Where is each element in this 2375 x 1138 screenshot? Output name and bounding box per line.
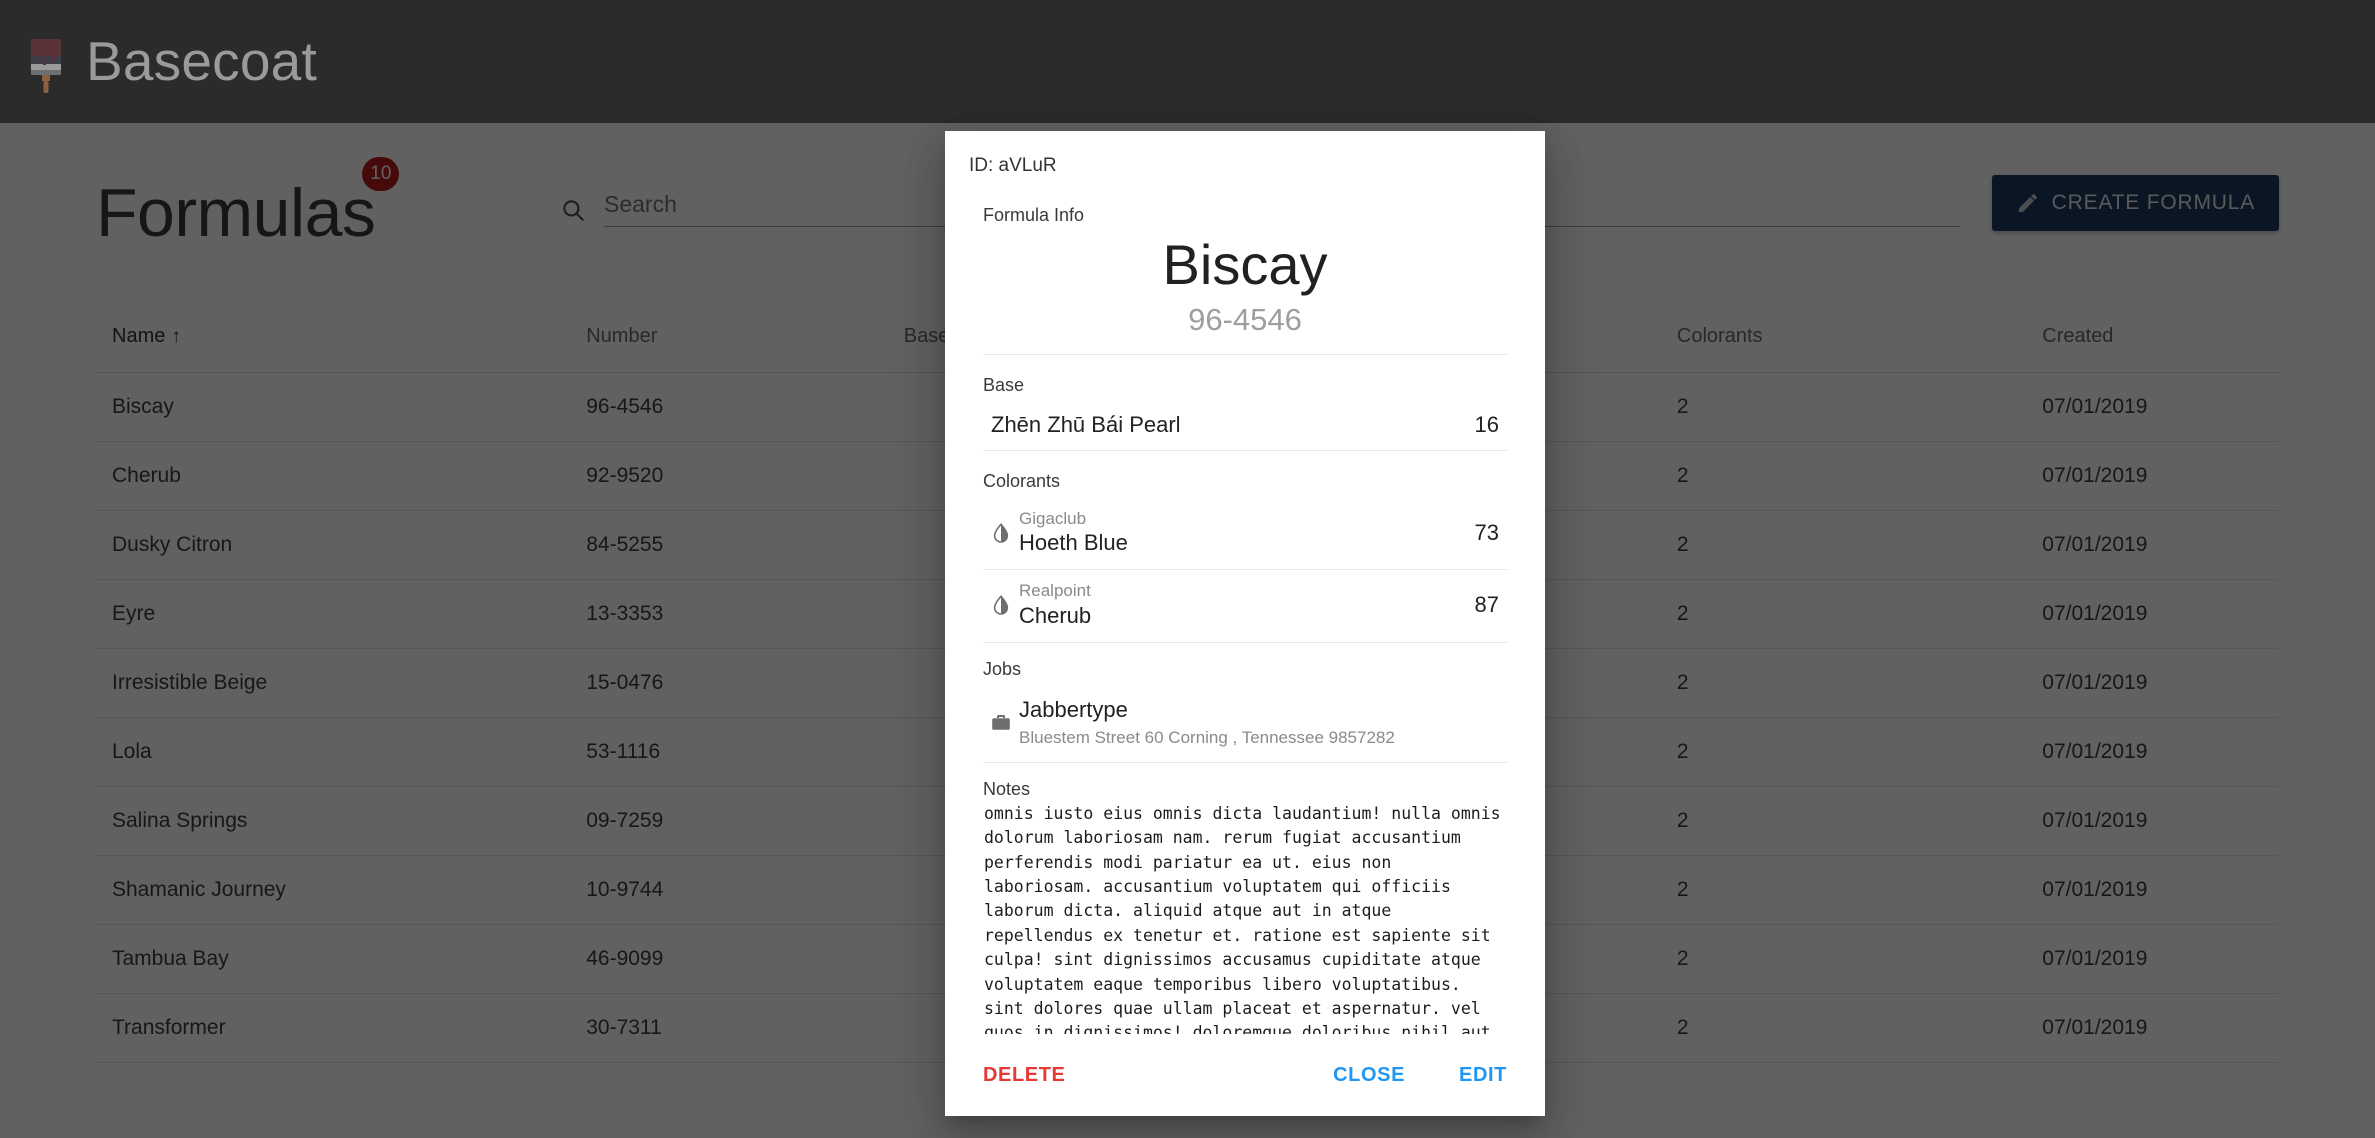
colorant-brand: Gigaclub xyxy=(1019,508,1087,528)
notes-label: Notes xyxy=(983,778,1031,799)
droplet-half-icon xyxy=(983,520,1019,546)
colorant-row[interactable]: Gigaclub Hoeth Blue 73 xyxy=(983,498,1507,571)
job-row[interactable]: Jabbertype Bluestem Street 60 Corning , T… xyxy=(983,686,1507,763)
colorant-name: Hoeth Blue xyxy=(1019,529,1128,555)
base-section-label: Base xyxy=(983,374,1025,395)
colorant-row[interactable]: Realpoint Cherub 87 xyxy=(983,570,1507,644)
colorant-info: Gigaclub Hoeth Blue xyxy=(1019,508,1475,558)
colorant-amount: 73 xyxy=(1474,519,1499,545)
dialog-footer: DELETE CLOSE EDIT xyxy=(945,1034,1545,1116)
droplet-half-icon xyxy=(983,592,1019,618)
app-root: Basecoat Formulas 10 xyxy=(0,0,2375,1138)
edit-button[interactable]: EDIT xyxy=(1445,1054,1521,1097)
formula-number: 96-4546 xyxy=(983,302,1507,355)
formula-detail-dialog: ID: aVLuR Formula Info Biscay 96-4546 Ba… xyxy=(945,131,1545,1116)
jobs-list: Jabbertype Bluestem Street 60 Corning , T… xyxy=(983,686,1507,763)
colorant-amount: 87 xyxy=(1474,592,1499,618)
formula-name: Biscay xyxy=(1162,233,1328,296)
base-row[interactable]: Zhēn Zhū Bái Pearl 16 xyxy=(983,402,1507,451)
base-amount: 16 xyxy=(1474,411,1499,437)
briefcase-icon xyxy=(983,711,1019,735)
colorant-brand: Realpoint xyxy=(1019,581,1091,601)
formula-info-label: Formula Info xyxy=(983,205,1085,225)
notes-section: Notes omnis iusto eius omnis dicta lauda… xyxy=(983,779,1507,1034)
brand-title: Basecoat xyxy=(86,30,317,92)
colorant-info: Realpoint Cherub xyxy=(1019,580,1475,630)
colorant-name: Cherub xyxy=(1019,602,1092,628)
app-bar: Basecoat xyxy=(0,0,2375,123)
formula-id-label: ID: aVLuR xyxy=(969,155,1057,176)
paintbrush-icon xyxy=(22,31,74,93)
jobs-section-label: Jobs xyxy=(983,659,1022,680)
job-name: Jabbertype xyxy=(1019,697,1128,723)
colorants-list: Gigaclub Hoeth Blue 73 Realpoint Cherub 87 xyxy=(983,498,1507,644)
colorants-section: Colorants Gigaclub Hoeth Blue 73 Realpoint C… xyxy=(983,471,1507,644)
colorants-section-label: Colorants xyxy=(983,470,1061,491)
jobs-section: Jobs Jabbertype Bluestem Street 60 Cornin… xyxy=(983,659,1507,763)
base-name: Zhēn Zhū Bái Pearl xyxy=(991,411,1181,437)
notes-text: omnis iusto eius omnis dicta laudantium!… xyxy=(984,803,1501,1034)
dialog-content: Formula Info Biscay 96-4546 Base Zhēn Zh… xyxy=(945,177,1545,1034)
job-address: Bluestem Street 60 Corning , Tennessee 9… xyxy=(1019,727,1395,747)
delete-button[interactable]: DELETE xyxy=(969,1054,1080,1097)
job-info: Jabbertype Bluestem Street 60 Corning , T… xyxy=(1019,696,1507,750)
close-button[interactable]: CLOSE xyxy=(1319,1054,1419,1097)
base-section: Base Zhēn Zhū Bái Pearl 16 xyxy=(983,375,1507,451)
